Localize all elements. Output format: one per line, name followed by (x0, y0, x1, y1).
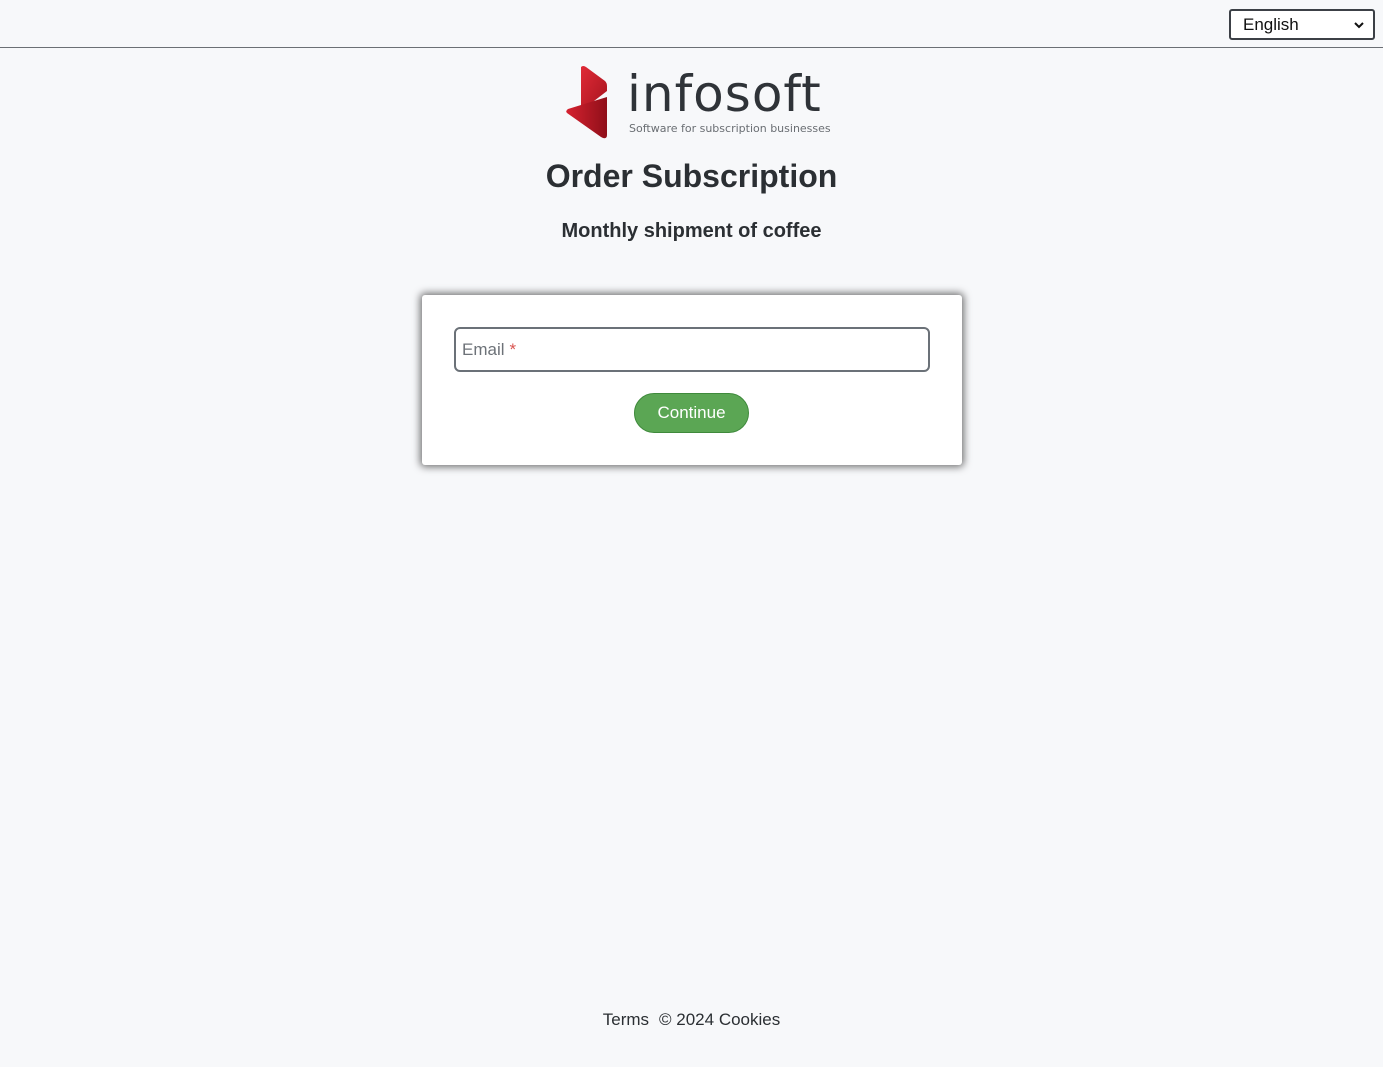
top-bar: English (0, 0, 1383, 48)
logo-tagline: Software for subscription businesses (629, 122, 831, 135)
continue-button[interactable]: Continue (634, 393, 749, 433)
cookies-link[interactable]: Cookies (719, 1010, 780, 1029)
language-selected-value: English (1243, 14, 1299, 34)
email-placeholder: Email (462, 339, 505, 359)
footer: Terms © 2024 Cookies (0, 1010, 1383, 1030)
logo-mark-icon (566, 66, 607, 139)
language-select[interactable]: English (1229, 9, 1375, 40)
copyright-text: © 2024 (659, 1010, 715, 1029)
page-title: Order Subscription (545, 158, 838, 194)
infosoft-logo: infosoft Software for subscription busin… (565, 65, 831, 141)
email-field[interactable]: Email * (454, 327, 930, 372)
logo-wordmark: infosoft (627, 65, 822, 123)
chevron-down-icon (1354, 21, 1364, 28)
page-subtitle: Monthly shipment of coffee (561, 220, 822, 242)
order-form-card: Email * Continue (422, 295, 962, 465)
required-marker: * (509, 339, 517, 359)
terms-link[interactable]: Terms (603, 1010, 649, 1029)
